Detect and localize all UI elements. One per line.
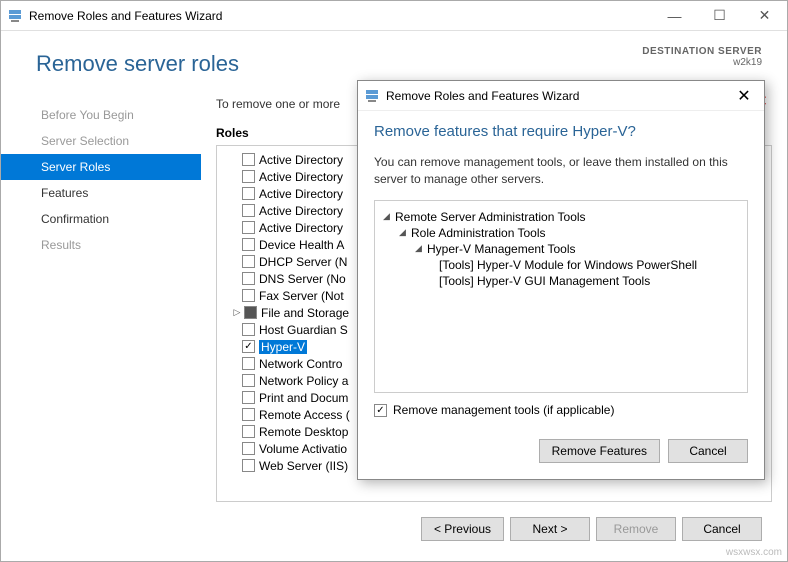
confirm-remove-dialog: Remove Roles and Features Wizard ✕ Remov… — [357, 80, 765, 480]
dialog-close-button[interactable]: ✕ — [724, 81, 764, 111]
role-label: Remote Desktop — [259, 425, 348, 439]
sidebar-item-before-you-begin[interactable]: Before You Begin — [1, 102, 201, 128]
role-checkbox[interactable] — [242, 187, 255, 200]
remove-button[interactable]: Remove — [596, 517, 676, 541]
features-tree[interactable]: ◢Remote Server Administration Tools ◢Rol… — [374, 200, 748, 393]
wizard-header: Remove server roles DESTINATION SERVER w… — [1, 31, 787, 87]
role-label: DHCP Server (N — [259, 255, 347, 269]
remove-mgmt-tools-checkbox[interactable] — [374, 404, 387, 417]
role-label: Active Directory — [259, 170, 343, 184]
destination-server-box: DESTINATION SERVER w2k19 — [642, 46, 762, 68]
role-label: DNS Server (No — [259, 272, 346, 286]
wizard-footer: < Previous Next > Remove Cancel — [1, 502, 787, 561]
wizard-sidebar: Before You Begin Server Selection Server… — [1, 97, 201, 502]
remove-features-button[interactable]: Remove Features — [539, 439, 660, 463]
role-checkbox[interactable] — [242, 255, 255, 268]
sidebar-item-confirmation[interactable]: Confirmation — [1, 206, 201, 232]
previous-button[interactable]: < Previous — [421, 517, 504, 541]
dialog-text: You can remove management tools, or leav… — [374, 154, 748, 188]
role-label: Remote Access ( — [259, 408, 350, 422]
role-label: Hyper-V — [259, 340, 307, 354]
role-label: Network Policy a — [259, 374, 348, 388]
role-checkbox[interactable] — [242, 357, 255, 370]
role-checkbox[interactable] — [242, 340, 255, 353]
role-label: Active Directory — [259, 221, 343, 235]
dialog-body: Remove features that require Hyper-V? Yo… — [358, 111, 764, 439]
role-label: Network Contro — [259, 357, 342, 371]
role-checkbox[interactable] — [242, 408, 255, 421]
tree-leaf[interactable]: [Tools] Hyper-V Module for Windows Power… — [383, 257, 739, 273]
role-label: Fax Server (Not — [259, 289, 344, 303]
sidebar-item-server-roles[interactable]: Server Roles — [1, 154, 201, 180]
dialog-cancel-button[interactable]: Cancel — [668, 439, 748, 463]
expand-icon[interactable]: ▷ — [230, 307, 244, 318]
role-checkbox[interactable] — [242, 153, 255, 166]
maximize-button[interactable]: ☐ — [697, 1, 742, 31]
dialog-title: Remove Roles and Features Wizard — [386, 89, 724, 103]
role-label: File and Storage — [261, 306, 349, 320]
role-label: Active Directory — [259, 204, 343, 218]
collapse-icon[interactable]: ◢ — [399, 227, 411, 238]
role-label: Active Directory — [259, 153, 343, 167]
role-label: Active Directory — [259, 187, 343, 201]
role-checkbox[interactable] — [242, 374, 255, 387]
role-checkbox[interactable] — [242, 272, 255, 285]
role-checkbox[interactable] — [242, 425, 255, 438]
role-checkbox[interactable] — [242, 391, 255, 404]
minimize-button[interactable]: — — [652, 1, 697, 31]
role-checkbox[interactable] — [244, 306, 257, 319]
collapse-icon[interactable]: ◢ — [383, 211, 395, 222]
role-label: Host Guardian S — [259, 323, 348, 337]
tree-node[interactable]: ◢Hyper-V Management Tools — [383, 241, 739, 257]
role-label: Device Health A — [259, 238, 344, 252]
role-checkbox[interactable] — [242, 289, 255, 302]
tree-node[interactable]: ◢Role Administration Tools — [383, 225, 739, 241]
sidebar-item-results[interactable]: Results — [1, 232, 201, 258]
destination-server-value: w2k19 — [642, 57, 762, 68]
role-checkbox[interactable] — [242, 238, 255, 251]
role-checkbox[interactable] — [242, 459, 255, 472]
window-title: Remove Roles and Features Wizard — [29, 9, 652, 23]
server-manager-icon — [364, 88, 380, 104]
role-checkbox[interactable] — [242, 442, 255, 455]
dialog-footer: Remove Features Cancel — [358, 439, 764, 479]
titlebar: Remove Roles and Features Wizard — ☐ ✕ — [1, 1, 787, 31]
destination-server-label: DESTINATION SERVER — [642, 46, 762, 57]
close-button[interactable]: ✕ — [742, 1, 787, 31]
sidebar-item-features[interactable]: Features — [1, 180, 201, 206]
server-manager-icon — [7, 8, 23, 24]
next-button[interactable]: Next > — [510, 517, 590, 541]
role-label: Print and Docum — [259, 391, 348, 405]
remove-mgmt-tools-label: Remove management tools (if applicable) — [393, 403, 614, 417]
role-checkbox[interactable] — [242, 221, 255, 234]
role-label: Volume Activatio — [259, 442, 347, 456]
role-checkbox[interactable] — [242, 170, 255, 183]
tree-leaf[interactable]: [Tools] Hyper-V GUI Management Tools — [383, 273, 739, 289]
cancel-button[interactable]: Cancel — [682, 517, 762, 541]
window-controls: — ☐ ✕ — [652, 1, 787, 31]
role-checkbox[interactable] — [242, 204, 255, 217]
role-label: Web Server (IIS) — [259, 459, 348, 473]
watermark: wsxwsx.com — [726, 547, 782, 558]
dialog-options: Remove management tools (if applicable) — [374, 393, 748, 427]
collapse-icon[interactable]: ◢ — [415, 243, 427, 254]
dialog-titlebar: Remove Roles and Features Wizard ✕ — [358, 81, 764, 111]
role-checkbox[interactable] — [242, 323, 255, 336]
sidebar-item-server-selection[interactable]: Server Selection — [1, 128, 201, 154]
dialog-heading: Remove features that require Hyper-V? — [374, 123, 748, 140]
tree-node[interactable]: ◢Remote Server Administration Tools — [383, 209, 739, 225]
